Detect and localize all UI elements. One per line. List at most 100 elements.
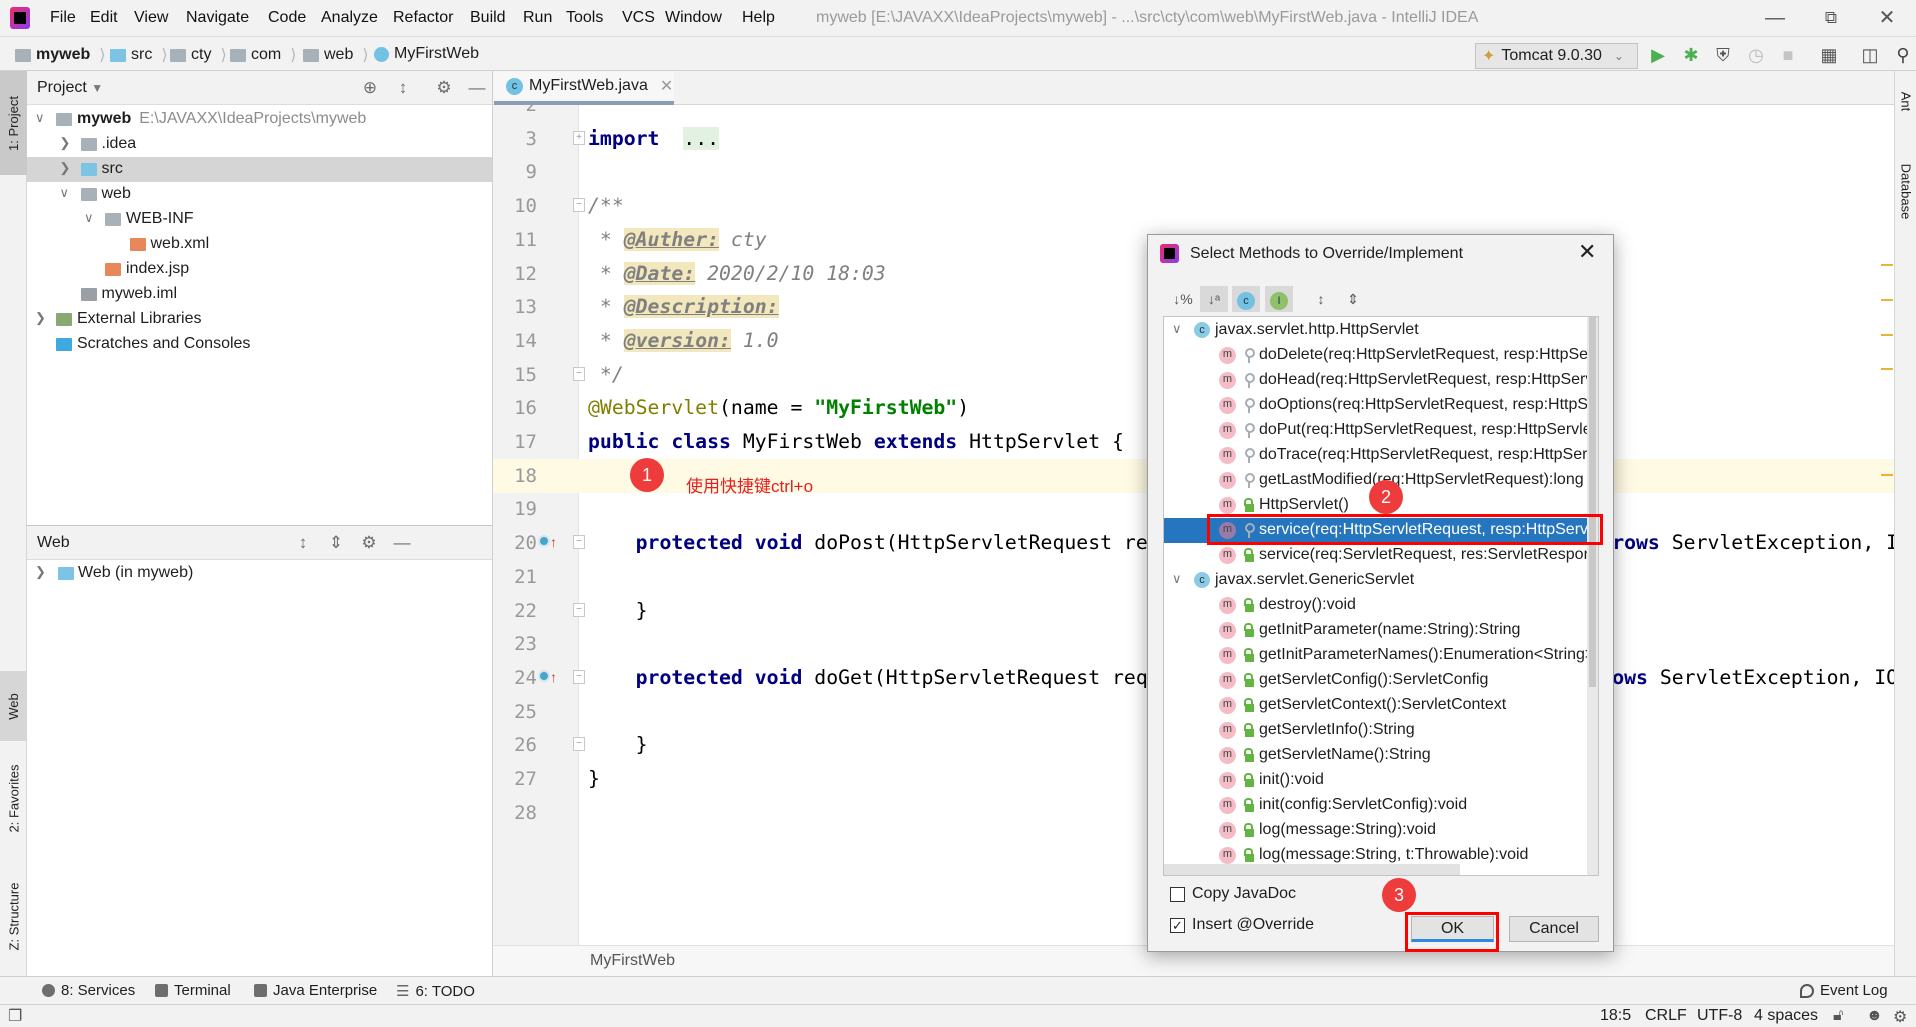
override-method-icon[interactable]: ↑: [538, 669, 557, 685]
indent-setting[interactable]: 4 spaces: [1754, 1007, 1818, 1025]
method-item[interactable]: m doHead(req:HttpServletRequest, resp:Htt…: [1164, 368, 1598, 393]
code-line[interactable]: 10 −/**: [493, 189, 1894, 223]
expand-all-icon[interactable]: ↕: [292, 533, 314, 553]
run-with-coverage-icon[interactable]: ⛨: [1711, 44, 1735, 66]
method-item[interactable]: m doDelete(req:HttpServletRequest, resp:H…: [1164, 343, 1598, 368]
insert-override-checkbox[interactable]: ✓: [1170, 918, 1185, 933]
method-item[interactable]: m doPut(req:HttpServletRequest, resp:Http…: [1164, 418, 1598, 443]
fold-collapse-icon[interactable]: −: [573, 535, 585, 550]
hide-icon[interactable]: —: [466, 78, 488, 98]
menu-code[interactable]: Code: [268, 9, 306, 27]
hide-icon[interactable]: —: [391, 533, 413, 553]
search-icon[interactable]: ⚲: [1891, 44, 1915, 66]
methods-list[interactable]: ∨ c javax.servlet.http.HttpServlet m doDelet…: [1163, 316, 1599, 876]
tree-item-web-xml[interactable]: web.xml: [27, 232, 492, 257]
close-window-button[interactable]: ✕: [1873, 4, 1901, 32]
method-item[interactable]: m getServletInfo():String: [1164, 718, 1589, 743]
code-line[interactable]: 9: [493, 155, 1894, 189]
horizontal-scrollbar[interactable]: [1164, 864, 1460, 875]
unlock-icon[interactable]: 🔓︎: [1833, 1007, 1843, 1025]
menu-run[interactable]: Run: [523, 9, 552, 27]
method-item[interactable]: m service(req:ServletRequest, res:Servlet…: [1164, 543, 1598, 568]
show-classes-icon[interactable]: c: [1232, 286, 1260, 312]
tree-item-myweb[interactable]: ∨ myweb E:\JAVAXX\IdeaProjects\myweb: [27, 107, 492, 132]
tree-item-web-inf[interactable]: ∨ WEB-INF: [27, 207, 492, 232]
sort-alphabetically-icon[interactable]: ↓ᵃ: [1200, 286, 1228, 312]
chevron-down-icon[interactable]: ∨: [84, 210, 94, 226]
stop-icon[interactable]: ■: [1776, 44, 1800, 66]
breadcrumb-item-web[interactable]: web ⟩: [303, 45, 369, 65]
warning-marker[interactable]: [1881, 299, 1893, 301]
file-encoding[interactable]: UTF-8: [1697, 1007, 1742, 1025]
fold-collapse-icon[interactable]: −: [573, 198, 585, 213]
close-icon[interactable]: ✕: [1578, 239, 1596, 265]
restore-button[interactable]: ⧉: [1817, 4, 1845, 32]
copy-javadoc-checkbox[interactable]: [1170, 887, 1185, 902]
run-configuration-select[interactable]: ✦ Tomcat 9.0.30 ⌄: [1475, 43, 1638, 69]
chevron-down-icon[interactable]: ∨: [1172, 321, 1182, 337]
tool-services[interactable]: 8: Services: [42, 982, 135, 999]
breadcrumb-item-myweb[interactable]: myweb ⟩: [15, 45, 106, 65]
chevron-down-icon[interactable]: ∨: [60, 185, 70, 201]
menu-navigate[interactable]: Navigate: [186, 9, 249, 27]
method-item[interactable]: m getServletName():String: [1164, 743, 1589, 768]
chevron-down-icon[interactable]: ∨: [35, 110, 45, 126]
tool-event-log[interactable]: Event Log: [1800, 982, 1888, 999]
show-interfaces-icon[interactable]: I: [1265, 286, 1293, 312]
tool-tab-structure[interactable]: Z: Structure: [0, 861, 27, 971]
chevron-right-icon[interactable]: ❯: [35, 564, 46, 580]
fold-expand-icon[interactable]: +: [573, 130, 585, 145]
chevron-right-icon[interactable]: ❯: [60, 135, 71, 151]
method-item[interactable]: m getServletConfig():ServletConfig: [1164, 668, 1589, 693]
tree-item-web[interactable]: ∨ web: [27, 182, 492, 207]
project-view-select[interactable]: Project ▼: [37, 79, 103, 97]
memory-settings-icon[interactable]: ⚙: [1893, 1007, 1907, 1027]
breadcrumb-item-com[interactable]: com ⟩: [230, 45, 296, 65]
warning-marker[interactable]: [1881, 368, 1893, 370]
close-tab-icon[interactable]: ✕: [660, 76, 673, 96]
method-item[interactable]: m destroy():void: [1164, 593, 1589, 618]
breadcrumb-item-myfirstweb[interactable]: MyFirstWeb: [374, 45, 479, 63]
class-group-genericservlet[interactable]: ∨ c javax.servlet.GenericServlet: [1164, 568, 1589, 593]
code-line[interactable]: 2: [493, 105, 1894, 122]
menu-build[interactable]: Build: [470, 9, 506, 27]
warning-marker[interactable]: [1881, 264, 1893, 266]
method-item[interactable]: m doTrace(req:HttpServletRequest, resp:Ht…: [1164, 443, 1598, 468]
locate-icon[interactable]: ⊕: [359, 78, 381, 98]
breadcrumb-item-src[interactable]: src ⟩: [110, 45, 168, 65]
chevron-right-icon[interactable]: ❯: [35, 310, 46, 326]
menu-edit[interactable]: Edit: [90, 9, 118, 27]
menu-analyze[interactable]: Analyze: [321, 9, 378, 27]
tool-tab-web[interactable]: Web: [0, 671, 27, 741]
menu-view[interactable]: View: [134, 9, 168, 27]
profile-icon[interactable]: ◷: [1744, 44, 1768, 66]
tool-tab-favorites[interactable]: 2: Favorites: [0, 743, 27, 853]
method-item[interactable]: m init():void: [1164, 768, 1589, 793]
tree-item-myweb-iml[interactable]: myweb.iml: [27, 282, 492, 307]
hector-icon[interactable]: ☻: [1866, 1007, 1883, 1025]
collapse-all-icon[interactable]: ⇕: [1339, 286, 1367, 312]
menu-help[interactable]: Help: [742, 9, 775, 27]
run-icon[interactable]: ▶: [1646, 44, 1670, 66]
expand-all-icon[interactable]: ↕: [1307, 286, 1335, 312]
chevron-down-icon[interactable]: ∨: [1172, 571, 1182, 587]
tool-java-enterprise[interactable]: Java Enterprise: [254, 982, 377, 999]
tree-item-web-facet[interactable]: ❯ Web (in myweb): [27, 561, 492, 586]
method-item[interactable]: m getInitParameter(name:String):String: [1164, 618, 1589, 643]
method-item[interactable]: m init(config:ServletConfig):void: [1164, 793, 1589, 818]
tool-tab-ant[interactable]: Ant: [1895, 71, 1916, 131]
minimize-button[interactable]: —: [1761, 4, 1789, 32]
tool-tab-project[interactable]: 1: Project: [0, 71, 27, 175]
tree-item-scratches-and-consoles[interactable]: Scratches and Consoles: [27, 332, 492, 357]
caret-position[interactable]: 18:5: [1600, 1007, 1631, 1025]
tree-item-src[interactable]: ❯ src: [27, 157, 492, 182]
code-line[interactable]: 3 + import ...: [493, 122, 1894, 156]
warning-marker[interactable]: [1881, 474, 1893, 476]
run-anything-icon[interactable]: ◫: [1858, 44, 1882, 66]
fold-collapse-icon[interactable]: −: [573, 366, 585, 381]
vertical-scrollbar[interactable]: [1587, 317, 1598, 875]
tree-item-external-libraries[interactable]: ❯ External Libraries: [27, 307, 492, 332]
tree-item-index-jsp[interactable]: index.jsp: [27, 257, 492, 282]
class-group-httpservlet[interactable]: ∨ c javax.servlet.http.HttpServlet: [1164, 318, 1589, 343]
tree-item--idea[interactable]: ❯ .idea: [27, 132, 492, 157]
